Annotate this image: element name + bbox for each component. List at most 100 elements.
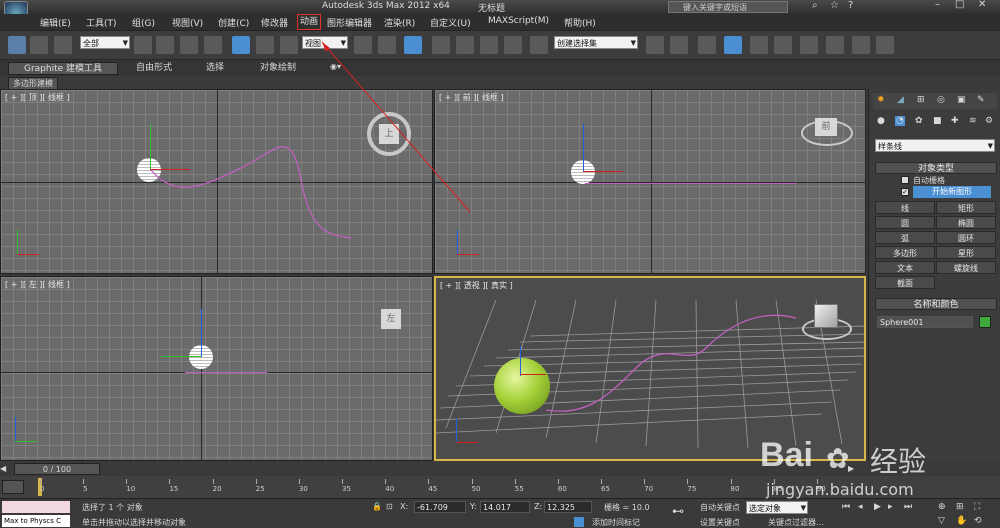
star-icon[interactable]: ☆ (830, 0, 839, 11)
menu-rendering[interactable]: 渲染(R) (384, 16, 415, 29)
viewport-left-label[interactable]: [ + ][ 左 ][ 线框 ] (5, 279, 70, 290)
select-by-name-icon[interactable] (156, 36, 174, 54)
gizmo-z-axis[interactable] (201, 309, 202, 357)
bind-space-warp-icon[interactable] (54, 36, 72, 54)
go-to-end-icon[interactable]: ⏭ (904, 502, 912, 512)
timeline-prev-icon[interactable]: ◀ (0, 464, 6, 473)
viewport-perspective[interactable]: [ + ][ 透视 ][ 真实 ] (434, 276, 866, 461)
layer-manager-icon[interactable] (698, 36, 716, 54)
y-coord-field[interactable]: 14.017 (480, 501, 530, 513)
z-coord-field[interactable]: 12.325 (544, 501, 592, 513)
rectangle-button[interactable]: 矩形 (936, 201, 996, 214)
auto-key-button[interactable]: 自动关键点 (700, 502, 740, 513)
render-production-icon[interactable] (876, 36, 894, 54)
auto-grid-checkbox[interactable] (901, 176, 909, 184)
geometry-icon[interactable]: ● (877, 116, 885, 126)
align-icon[interactable] (670, 36, 688, 54)
time-slider[interactable]: ◀ 0 / 100 ▶ (0, 462, 1000, 476)
x-coord-field[interactable]: -61.709 (414, 501, 466, 513)
pivot-center-icon[interactable] (354, 36, 372, 54)
zoom-all-icon[interactable]: ⊞ (956, 502, 964, 512)
hierarchy-tab-icon[interactable]: ⊞ (917, 95, 925, 105)
select-move-icon[interactable] (232, 36, 250, 54)
create-tab-icon[interactable]: ✸ (877, 95, 885, 105)
motion-tab-icon[interactable]: ◎ (937, 95, 945, 105)
spline-shape[interactable] (185, 372, 267, 373)
search-input[interactable]: 键入关键字或短语 (668, 1, 788, 13)
menu-maxscript[interactable]: MAXScript(M) (488, 16, 549, 26)
spline-shape[interactable] (585, 183, 797, 184)
lock-selection-icon[interactable]: 🔒 (372, 502, 382, 511)
menu-tools[interactable]: 工具(T) (86, 16, 117, 29)
viewcube-left[interactable]: 左 (381, 309, 401, 329)
helix-button[interactable]: 螺旋线 (936, 261, 996, 274)
rect-selection-icon[interactable] (180, 36, 198, 54)
display-tab-icon[interactable]: ▣ (957, 95, 966, 105)
tab-freeform[interactable]: 自由形式 (124, 62, 184, 75)
gizmo-y-axis[interactable] (161, 356, 201, 357)
line-button[interactable]: 线 (875, 201, 935, 214)
add-time-tag-button[interactable]: 添加时间标记 (592, 517, 640, 528)
ribbon-options-icon[interactable]: ◉▾ (330, 62, 341, 71)
maxscript-listener-input[interactable]: Max to Physcs C (2, 515, 70, 527)
track-bar[interactable]: 0 5 10 15 20 25 30 35 40 45 50 55 60 65 70 75 80 85 90 (0, 476, 1000, 498)
angle-snap-icon[interactable] (456, 36, 474, 54)
next-frame-icon[interactable]: ▸ (888, 502, 893, 512)
cameras-icon[interactable]: ■ (933, 116, 942, 126)
timeline-next-icon[interactable]: ▶ (848, 464, 854, 473)
select-rotate-icon[interactable] (256, 36, 274, 54)
help-icon[interactable]: ? (848, 0, 853, 11)
mirror-icon[interactable] (646, 36, 664, 54)
pan-icon[interactable]: ✋ (956, 516, 967, 526)
snaps-toggle-icon[interactable] (432, 36, 450, 54)
menu-customize[interactable]: 自定义(U) (430, 16, 471, 29)
lights-icon[interactable]: ✿ (915, 116, 923, 126)
previous-frame-icon[interactable]: ◂ (858, 502, 863, 512)
tab-selection[interactable]: 选择 (190, 62, 240, 75)
name-color-rollout-title[interactable]: 名称和颜色 (875, 298, 997, 310)
menu-modifiers[interactable]: 修改器 (261, 16, 288, 29)
keyboard-shortcut-toggle-icon[interactable] (404, 36, 422, 54)
arc-button[interactable]: 弧 (875, 231, 935, 244)
minimize-icon[interactable]: – (935, 0, 940, 10)
spline-shape[interactable] (1, 90, 433, 274)
viewport-front[interactable]: [ + ][ 前 ][ 线框 ] 前 (434, 89, 866, 274)
text-button[interactable]: 文本 (875, 261, 935, 274)
spline-shape[interactable] (436, 278, 864, 459)
schematic-view-icon[interactable] (774, 36, 792, 54)
utilities-tab-icon[interactable]: ✎ (977, 95, 985, 105)
spinner-snap-icon[interactable] (504, 36, 522, 54)
menu-help[interactable]: 帮助(H) (564, 16, 596, 29)
shapes-icon[interactable]: ◔ (895, 116, 905, 126)
gizmo-z-axis[interactable] (583, 124, 584, 172)
reference-coord-dropdown[interactable]: 视图 ▼ (302, 36, 348, 49)
select-manipulate-icon[interactable] (378, 36, 396, 54)
key-filters-button[interactable]: 关键点过滤器... (768, 517, 824, 528)
menu-views[interactable]: 视图(V) (172, 16, 203, 29)
start-new-shape-checkbox[interactable]: ✓ (901, 188, 909, 196)
absolute-mode-icon[interactable]: ⊡ (386, 502, 393, 511)
zoom-extents-icon[interactable]: ⛶ (974, 502, 980, 512)
modify-tab-icon[interactable]: ◢ (897, 95, 904, 105)
gizmo-x-axis[interactable] (583, 171, 623, 172)
graphite-toggle-icon[interactable] (724, 36, 742, 54)
tab-object-paint[interactable]: 对象绘制 (246, 62, 310, 75)
set-key-button[interactable]: 设置关键点 (700, 517, 740, 528)
binoculars-icon[interactable]: ⌕ (812, 0, 818, 11)
start-new-shape-button[interactable]: 开始新图形 (913, 186, 991, 198)
time-tag-icon[interactable] (574, 517, 584, 527)
maximize-icon[interactable]: □ (955, 0, 964, 10)
close-icon[interactable]: ✕ (978, 0, 986, 10)
link-icon[interactable] (8, 36, 26, 54)
helpers-icon[interactable]: ✚ (951, 116, 959, 126)
star-button[interactable]: 星形 (936, 246, 996, 259)
object-name-input[interactable]: Sphere001 (877, 316, 973, 328)
viewport-top[interactable]: [ + ][ 顶 ][ 线框 ] 上 (0, 89, 433, 274)
maxscript-listener-top[interactable] (2, 501, 70, 513)
percent-snap-icon[interactable] (480, 36, 498, 54)
category-dropdown[interactable]: 样条线 ▼ (875, 139, 995, 152)
curve-editor-icon[interactable] (750, 36, 768, 54)
material-editor-icon[interactable] (800, 36, 818, 54)
field-of-view-icon[interactable]: ▽ (938, 516, 945, 526)
menu-edit[interactable]: 编辑(E) (40, 16, 71, 29)
